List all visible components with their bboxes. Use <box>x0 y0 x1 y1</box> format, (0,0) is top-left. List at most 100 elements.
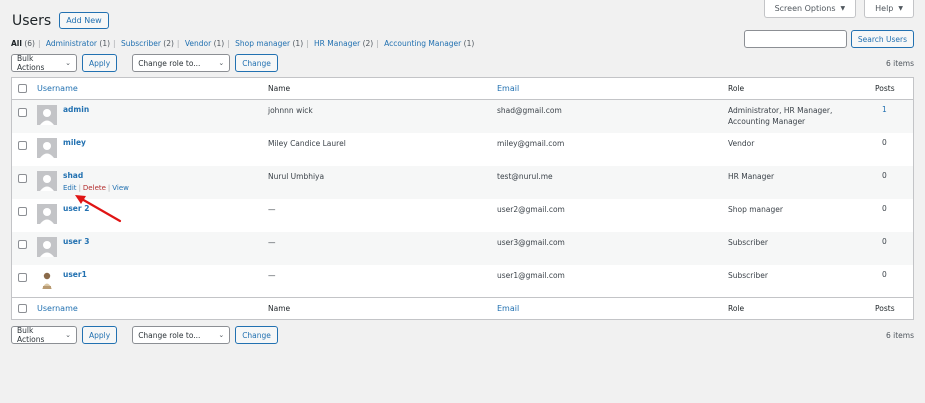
user-name: — <box>268 205 276 214</box>
bulk-actions-value: Bulk Actions <box>17 54 45 72</box>
username-column-header[interactable]: Username <box>37 84 78 93</box>
user-role: Shop manager <box>728 205 783 214</box>
avatar <box>37 204 57 224</box>
username-link[interactable]: miley <box>63 138 86 147</box>
add-new-button[interactable]: Add New <box>59 12 109 29</box>
user-role-line: Accounting Manager <box>728 117 806 126</box>
username-link[interactable]: admin <box>63 105 89 114</box>
table-row: shad Edit | Delete | View Nurul Umbhiya test… <box>12 166 913 199</box>
users-table: Username Name Email Role Posts admin joh… <box>11 77 914 320</box>
username-link[interactable]: user 3 <box>63 237 89 246</box>
row-checkbox[interactable] <box>18 141 27 150</box>
view-link[interactable]: View <box>112 184 129 192</box>
help-button[interactable]: Help ▼ <box>864 0 914 18</box>
role-column-footer: Role <box>728 304 745 313</box>
delete-link[interactable]: Delete <box>83 184 106 192</box>
username-link[interactable]: user1 <box>63 270 87 279</box>
table-footer: Username Name Email Role Posts <box>12 297 913 319</box>
filter-administrator-count: (1) <box>99 39 111 48</box>
user-name: Nurul Umbhiya <box>268 172 325 181</box>
user-email-link[interactable]: miley@gmail.com <box>497 138 564 149</box>
filter-vendor-count: (1) <box>213 39 225 48</box>
caret-down-icon: ▼ <box>898 5 903 12</box>
search-input[interactable] <box>743 30 847 48</box>
filter-subscriber[interactable]: Subscriber <box>121 39 161 48</box>
items-count: 6 items <box>885 330 914 340</box>
user-name: Miley Candice Laurel <box>268 139 346 148</box>
bulk-actions-select[interactable]: Bulk Actions ⌄ <box>11 326 77 344</box>
user-name: johnnn wick <box>268 106 313 115</box>
user-role: Subscriber <box>728 238 768 247</box>
user-posts: 0 <box>882 270 887 279</box>
filter-hr-manager-count: (2) <box>362 39 374 48</box>
filter-subscriber-count: (2) <box>163 39 174 48</box>
chevron-down-icon: ⌄ <box>65 59 71 67</box>
caret-down-icon: ▼ <box>840 5 846 12</box>
avatar <box>37 171 57 191</box>
filter-shop-manager[interactable]: Shop manager <box>235 39 290 48</box>
bulk-actions-select[interactable]: Bulk Actions ⌄ <box>11 54 77 72</box>
username-link[interactable]: user 2 <box>63 204 89 213</box>
row-checkbox[interactable] <box>18 174 27 183</box>
row-checkbox[interactable] <box>18 207 27 216</box>
table-row: admin johnnn wick shad@gmail.com Adminis… <box>12 100 913 133</box>
table-row: user 2 — user2@gmail.com Shop manager 0 <box>12 199 913 232</box>
row-checkbox[interactable] <box>18 108 27 117</box>
user-role: Administrator, HR Manager, Accounting Ma… <box>728 105 832 127</box>
row-checkbox[interactable] <box>18 273 27 282</box>
select-all-checkbox[interactable] <box>18 84 27 93</box>
filter-accounting-manager-count: (1) <box>463 39 475 48</box>
page-title: Users <box>12 12 52 29</box>
select-all-checkbox[interactable] <box>18 304 27 313</box>
username-column-footer[interactable]: Username <box>37 304 78 313</box>
filter-hr-manager[interactable]: HR Manager <box>314 39 360 48</box>
email-column-footer[interactable]: Email <box>497 304 519 313</box>
username-link[interactable]: shad <box>63 171 83 180</box>
screen-meta-links: Screen Options ▼ Help ▼ <box>763 0 914 18</box>
email-column-header[interactable]: Email <box>497 84 519 93</box>
avatar <box>37 138 57 158</box>
tablenav-top: Bulk Actions ⌄ Apply Change role to... ⌄… <box>11 54 914 72</box>
user-name: — <box>268 271 276 280</box>
name-column-footer: Name <box>268 304 291 313</box>
filter-administrator[interactable]: Administrator <box>46 39 97 48</box>
user-email-link[interactable]: test@nurul.me <box>497 171 553 182</box>
row-checkbox[interactable] <box>18 240 27 249</box>
avatar <box>37 237 57 257</box>
avatar <box>37 105 57 125</box>
change-button[interactable]: Change <box>235 326 278 344</box>
change-role-select[interactable]: Change role to... ⌄ <box>132 326 231 344</box>
user-name: — <box>268 238 276 247</box>
table-row: user1 — user1@gmail.com Subscriber 0 <box>12 265 913 298</box>
filter-all[interactable]: All <box>11 39 22 48</box>
role-column-header: Role <box>728 84 745 93</box>
items-count: 6 items <box>885 58 914 68</box>
chevron-down-icon: ⌄ <box>65 331 71 339</box>
change-role-value: Change role to... <box>138 58 201 68</box>
search-users-button[interactable]: Search Users <box>850 30 914 48</box>
change-button[interactable]: Change <box>235 54 278 72</box>
user-posts-link[interactable]: 1 <box>882 105 887 114</box>
user-email-link[interactable]: user2@gmail.com <box>497 204 565 215</box>
tablenav-bottom: Bulk Actions ⌄ Apply Change role to... ⌄… <box>11 326 914 344</box>
row-actions: Edit | Delete | View <box>63 184 129 192</box>
chevron-down-icon: ⌄ <box>218 59 225 67</box>
screen-options-label: Screen Options <box>774 4 836 13</box>
edit-link[interactable]: Edit <box>63 184 77 192</box>
page-header: Users Add New <box>12 12 109 29</box>
user-posts: 0 <box>882 171 887 180</box>
posts-column-footer: Posts <box>875 304 895 313</box>
help-label: Help <box>875 4 894 13</box>
user-email-link[interactable]: user1@gmail.com <box>497 270 565 281</box>
name-column-header: Name <box>268 84 291 93</box>
user-email-link[interactable]: shad@gmail.com <box>497 105 562 116</box>
screen-options-button[interactable]: Screen Options ▼ <box>763 0 857 18</box>
chevron-down-icon: ⌄ <box>218 331 225 339</box>
user-email-link[interactable]: user3@gmail.com <box>497 237 565 248</box>
apply-button[interactable]: Apply <box>82 54 118 72</box>
filter-vendor[interactable]: Vendor <box>185 39 211 48</box>
change-role-select[interactable]: Change role to... ⌄ <box>132 54 231 72</box>
table-row: miley Miley Candice Laurel miley@gmail.c… <box>12 133 913 166</box>
filter-accounting-manager[interactable]: Accounting Manager <box>384 39 461 48</box>
apply-button[interactable]: Apply <box>82 326 118 344</box>
